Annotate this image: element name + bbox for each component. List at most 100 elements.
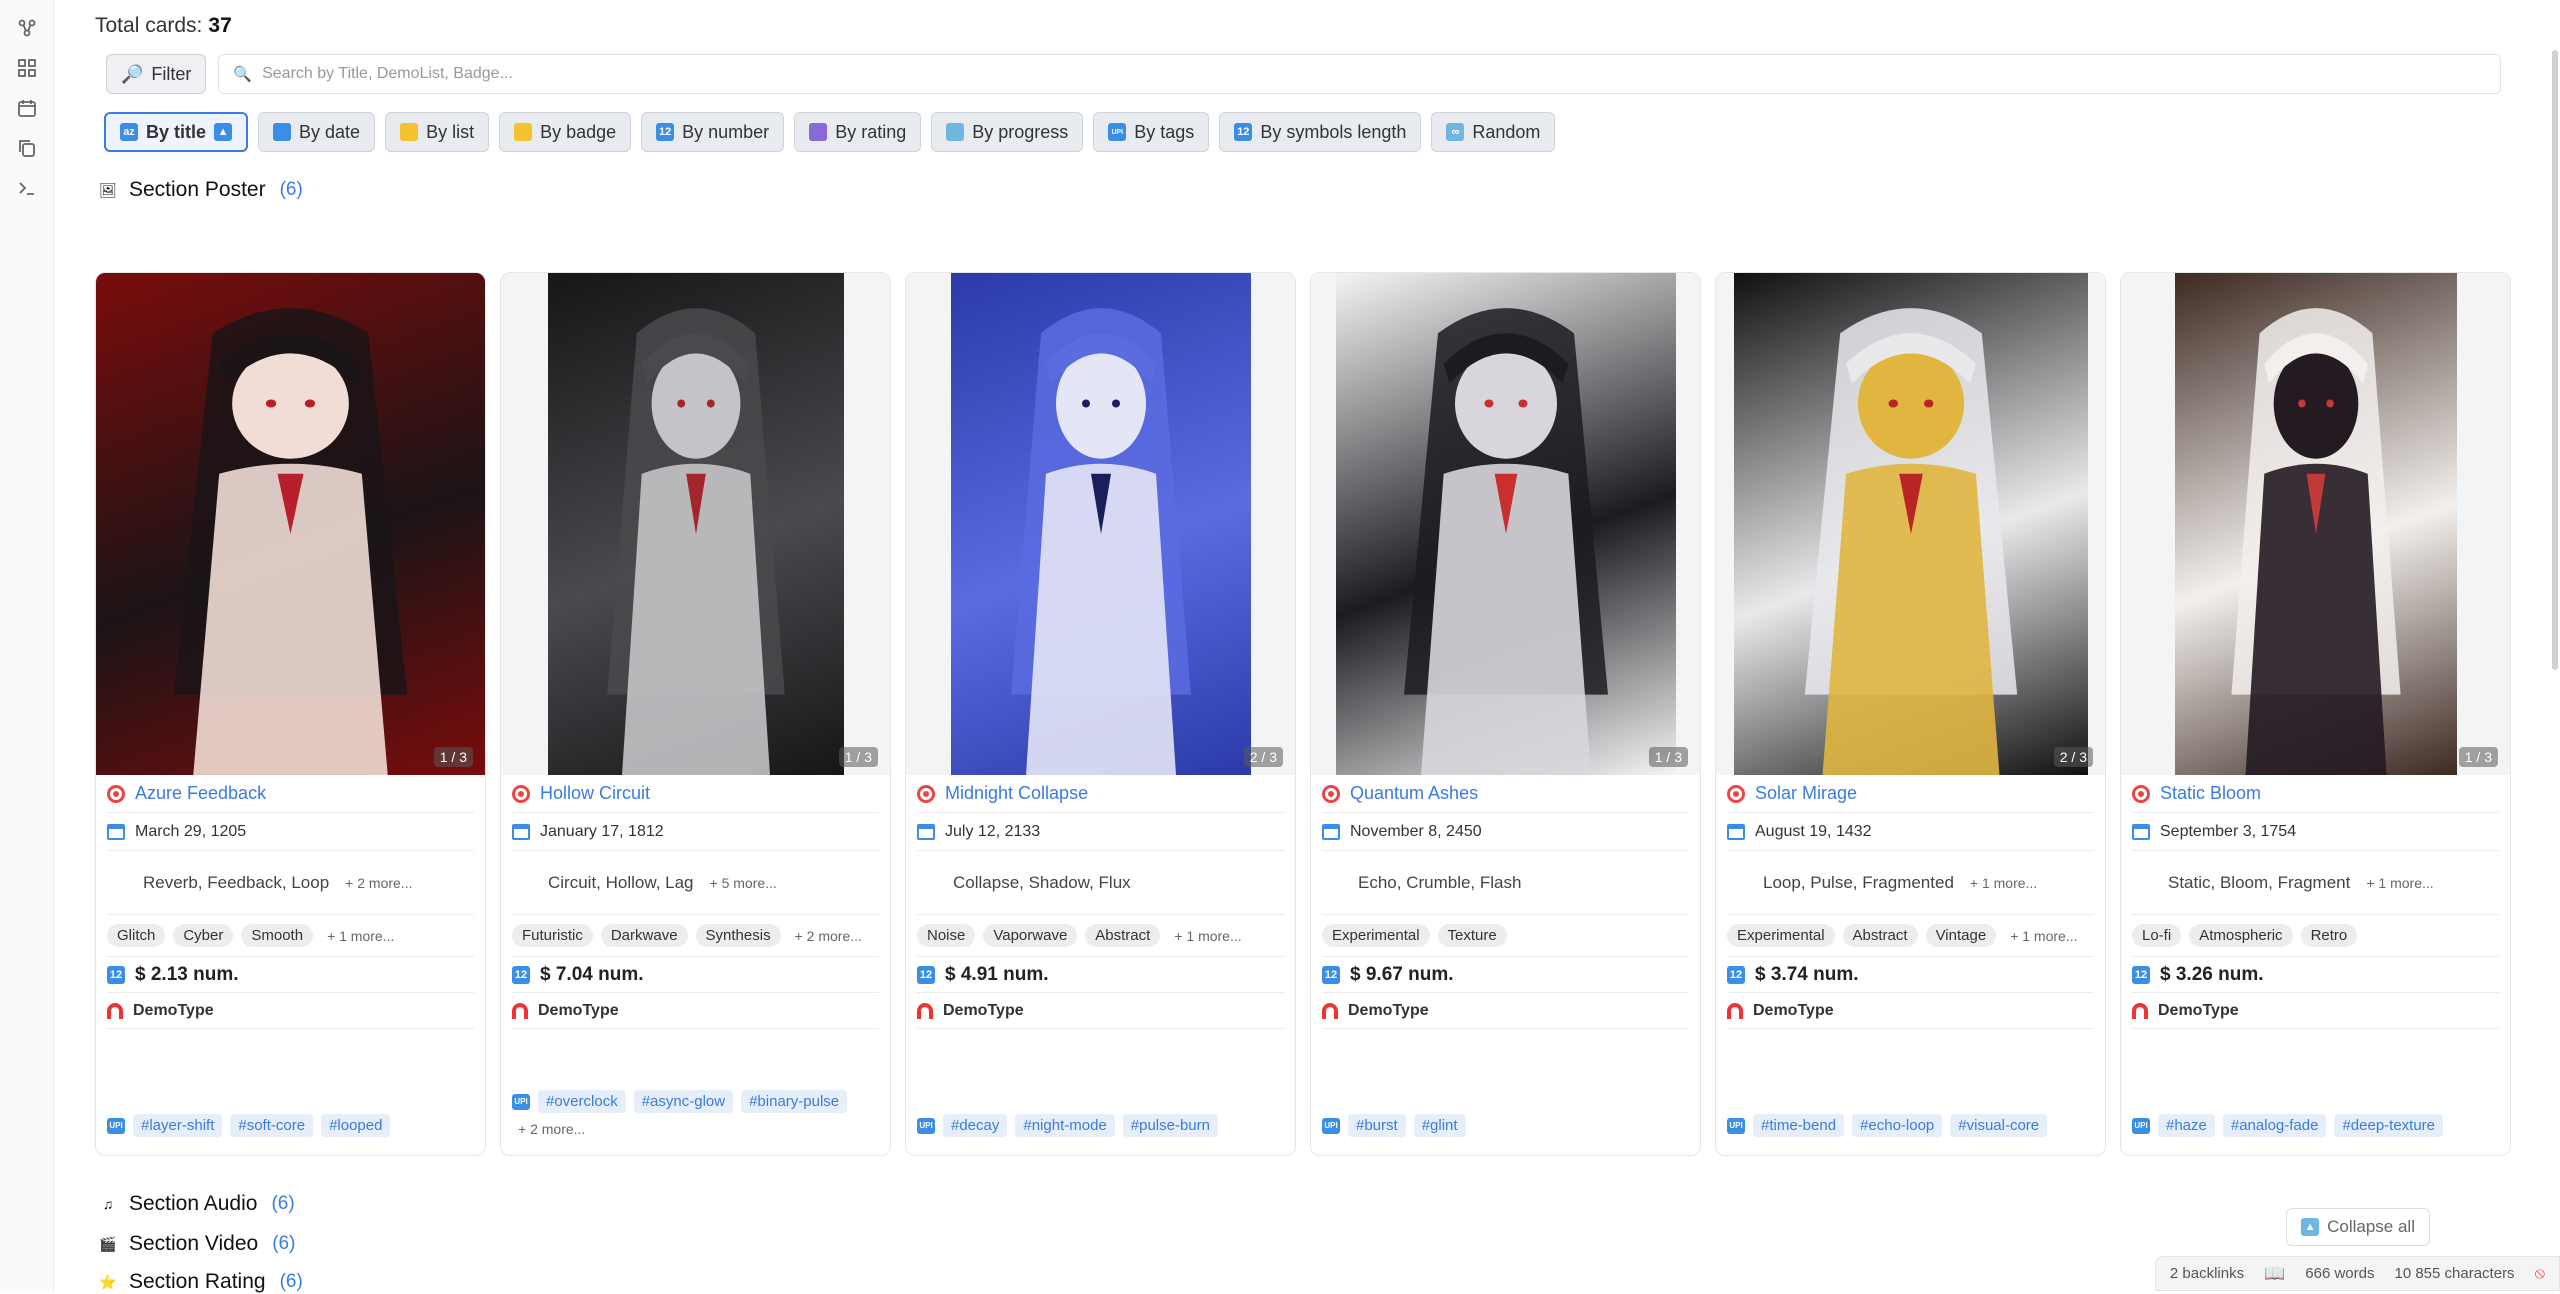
- poster-image[interactable]: 1 / 3: [501, 273, 890, 775]
- card-title[interactable]: Quantum Ashes: [1350, 783, 1478, 804]
- calendar-icon[interactable]: [0, 88, 54, 128]
- image-pager[interactable]: 1 / 3: [433, 747, 473, 767]
- hashtag[interactable]: #haze: [2158, 1114, 2215, 1137]
- badge-pill[interactable]: Synthesis: [695, 924, 781, 947]
- hashtag[interactable]: #glint: [1413, 1114, 1466, 1137]
- list-more-link[interactable]: + 1 more...: [1970, 875, 2037, 891]
- sort-by-progress-button[interactable]: By progress: [931, 112, 1084, 152]
- hashtags-more-link[interactable]: + 2 more...: [518, 1121, 879, 1137]
- badges-more-link[interactable]: + 1 more...: [2010, 928, 2077, 944]
- section-video-header[interactable]: 🎬 Section Video (6): [97, 1232, 295, 1256]
- sort-by-tags-button[interactable]: UPI By tags: [1093, 112, 1210, 152]
- badge-pill[interactable]: Experimental: [1727, 924, 1835, 947]
- poster-image[interactable]: 2 / 3: [1716, 273, 2105, 775]
- image-pager[interactable]: 1 / 3: [838, 747, 878, 767]
- hashtag[interactable]: #overclock: [538, 1090, 626, 1113]
- badges-more-link[interactable]: + 1 more...: [327, 928, 394, 944]
- badge-pill[interactable]: Atmospheric: [2189, 924, 2293, 947]
- hashtag[interactable]: #analog-fade: [2222, 1114, 2327, 1137]
- card-title[interactable]: Midnight Collapse: [945, 783, 1088, 804]
- badge-pill[interactable]: Vaporwave: [983, 924, 1078, 947]
- poster-image[interactable]: 1 / 3: [2121, 273, 2510, 775]
- list-more-link[interactable]: + 5 more...: [710, 875, 777, 891]
- card[interactable]: 1 / 3 Static Bloom September 3, 1754 Static…: [2120, 272, 2511, 1156]
- card[interactable]: 1 / 3 Quantum Ashes November 8, 2450 Echo, …: [1310, 272, 1701, 1156]
- card[interactable]: 2 / 3 Midnight Collapse July 12, 2133 Colla…: [905, 272, 1296, 1156]
- collapse-all-button[interactable]: ▲ Collapse all: [2286, 1208, 2430, 1246]
- sort-by-list-button[interactable]: By list: [385, 112, 490, 152]
- hashtag[interactable]: #decay: [943, 1114, 1008, 1137]
- badge-pill[interactable]: Vintage: [1925, 924, 1997, 947]
- sort-by-badge-button[interactable]: By badge: [499, 112, 632, 152]
- filter-button[interactable]: 🔎 Filter: [106, 54, 207, 94]
- hashtag[interactable]: #binary-pulse: [741, 1090, 848, 1113]
- section-rating-header[interactable]: ⭐ Section Rating (6): [97, 1270, 303, 1294]
- poster-image[interactable]: 1 / 3: [96, 273, 485, 775]
- hashtag[interactable]: #echo-loop: [1852, 1114, 1943, 1137]
- badge-pill[interactable]: Lo-fi: [2132, 924, 2182, 947]
- section-audio-header[interactable]: ♫ Section Audio (6): [97, 1192, 295, 1216]
- hashtag[interactable]: #burst: [1348, 1114, 1406, 1137]
- book-icon[interactable]: 📖: [2264, 1264, 2285, 1284]
- hashtag[interactable]: #looped: [321, 1114, 391, 1137]
- card-title-row[interactable]: Midnight Collapse: [917, 775, 1284, 813]
- scrollbar[interactable]: [2550, 50, 2560, 1250]
- badge-pill[interactable]: Texture: [1437, 924, 1507, 947]
- terminal-icon[interactable]: [0, 168, 54, 208]
- card-title-row[interactable]: Hollow Circuit: [512, 775, 879, 813]
- hashtag[interactable]: #time-bend: [1753, 1114, 1845, 1137]
- hashtag[interactable]: #deep-texture: [2334, 1114, 2444, 1137]
- badge-pill[interactable]: Smooth: [241, 924, 314, 947]
- card-title-row[interactable]: Quantum Ashes: [1322, 775, 1689, 813]
- sort-by-title-button[interactable]: az By title ▲: [104, 112, 249, 152]
- card-title-row[interactable]: Solar Mirage: [1727, 775, 2094, 813]
- sort-by-date-button[interactable]: By date: [258, 112, 376, 152]
- section-poster-header[interactable]: 🖼 Section Poster (6): [97, 178, 303, 202]
- grid-icon[interactable]: [0, 48, 54, 88]
- card[interactable]: 1 / 3 Azure Feedback March 29, 1205 Reverb,…: [95, 272, 486, 1156]
- hashtag[interactable]: #night-mode: [1015, 1114, 1115, 1137]
- search-input[interactable]: 🔍 Search by Title, DemoList, Badge...: [218, 54, 2501, 94]
- hashtag[interactable]: #pulse-burn: [1122, 1114, 1218, 1137]
- sort-by-rating-button[interactable]: By rating: [794, 112, 922, 152]
- image-pager[interactable]: 1 / 3: [1648, 747, 1688, 767]
- list-more-link[interactable]: + 1 more...: [2366, 875, 2433, 891]
- card-title[interactable]: Hollow Circuit: [540, 783, 650, 804]
- card-title[interactable]: Static Bloom: [2160, 783, 2261, 804]
- hashtag[interactable]: #visual-core: [1950, 1114, 2048, 1137]
- copy-icon[interactable]: [0, 128, 54, 168]
- card[interactable]: 2 / 3 Solar Mirage August 19, 1432 Loop, Pu…: [1715, 272, 2106, 1156]
- card-title-row[interactable]: Azure Feedback: [107, 775, 474, 813]
- badge-pill[interactable]: Darkwave: [600, 924, 688, 947]
- backlinks-count[interactable]: 2 backlinks: [2170, 1265, 2244, 1282]
- image-pager[interactable]: 2 / 3: [2053, 747, 2093, 767]
- badge-pill[interactable]: Abstract: [1842, 924, 1918, 947]
- sync-disabled-icon[interactable]: ⦸: [2535, 1265, 2545, 1283]
- list-more-link[interactable]: + 2 more...: [345, 875, 412, 891]
- card[interactable]: 1 / 3 Hollow Circuit January 17, 1812 Circu…: [500, 272, 891, 1156]
- badge-pill[interactable]: Futuristic: [512, 924, 593, 947]
- card-title[interactable]: Azure Feedback: [135, 783, 266, 804]
- image-pager[interactable]: 1 / 3: [2458, 747, 2498, 767]
- poster-image[interactable]: 2 / 3: [906, 273, 1295, 775]
- badge-pill[interactable]: Glitch: [107, 924, 166, 947]
- badges-more-link[interactable]: + 1 more...: [1174, 928, 1241, 944]
- badge-pill[interactable]: Abstract: [1085, 924, 1161, 947]
- graph-view-icon[interactable]: [0, 8, 54, 48]
- poster-image[interactable]: 1 / 3: [1311, 273, 1700, 775]
- card-title[interactable]: Solar Mirage: [1755, 783, 1857, 804]
- hashtag[interactable]: #layer-shift: [133, 1114, 223, 1137]
- sort-by-symbols-length-button[interactable]: 12 By symbols length: [1219, 112, 1422, 152]
- card-title-row[interactable]: Static Bloom: [2132, 775, 2499, 813]
- sort-ascending-icon[interactable]: ▲: [214, 123, 233, 141]
- hashtag[interactable]: #async-glow: [633, 1090, 734, 1113]
- sort-by-number-button[interactable]: 12 By number: [641, 112, 785, 152]
- badge-pill[interactable]: Cyber: [173, 924, 234, 947]
- image-pager[interactable]: 2 / 3: [1243, 747, 1283, 767]
- badge-pill[interactable]: Retro: [2300, 924, 2358, 947]
- badge-pill[interactable]: Experimental: [1322, 924, 1430, 947]
- badge-pill[interactable]: Noise: [917, 924, 976, 947]
- badges-more-link[interactable]: + 2 more...: [795, 928, 862, 944]
- hashtag[interactable]: #soft-core: [230, 1114, 314, 1137]
- scrollbar-thumb[interactable]: [2552, 50, 2558, 670]
